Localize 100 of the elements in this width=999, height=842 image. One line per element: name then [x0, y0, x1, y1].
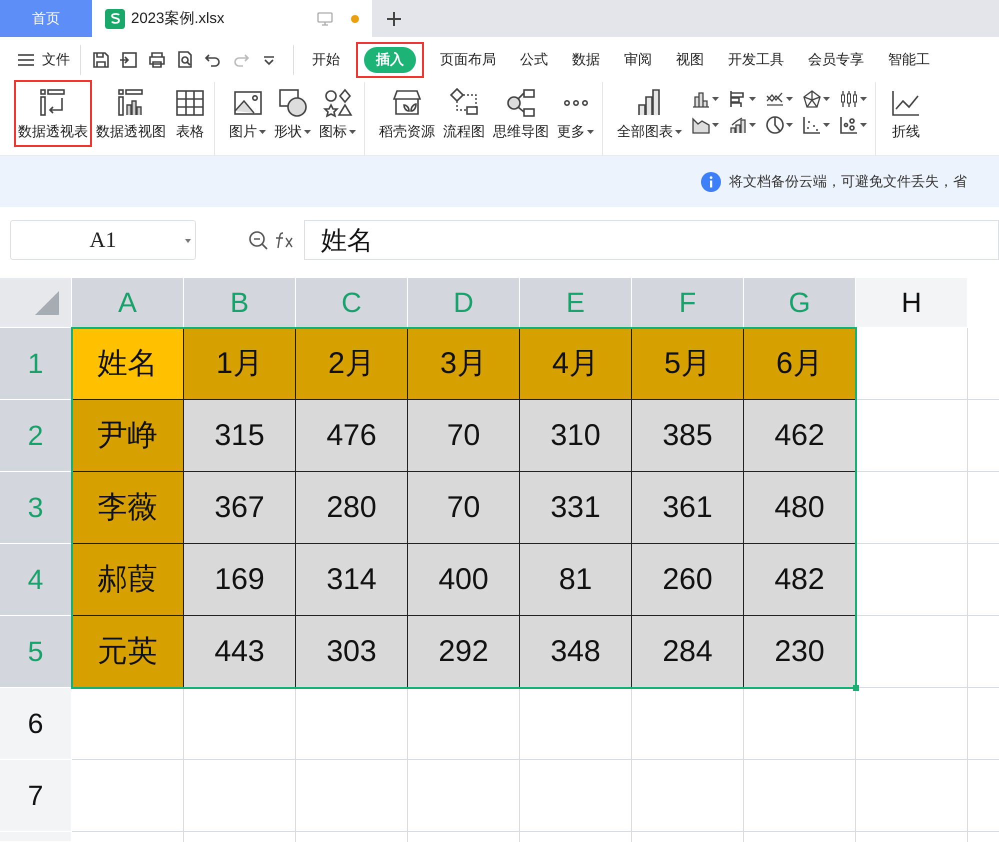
table-cell: 2月	[296, 328, 408, 400]
name-box[interactable]: A1	[10, 220, 196, 260]
ribbon-tab[interactable]: 页面布局	[432, 46, 504, 72]
table-cell: 姓名	[72, 328, 184, 400]
table-cell: 5月	[632, 328, 744, 400]
caret-icon	[749, 123, 756, 127]
chart-type-button[interactable]	[766, 90, 793, 108]
ribbon-button[interactable]: 流程图	[439, 80, 489, 147]
ribbon-button[interactable]: 表格	[170, 80, 210, 147]
ribbon-button[interactable]: 全部图表	[613, 80, 686, 147]
print-preview-icon[interactable]	[175, 50, 195, 70]
chart-type-button[interactable]	[692, 116, 719, 134]
chart-type-button[interactable]	[803, 90, 830, 108]
table-cell: 314	[296, 544, 408, 616]
ribbon-button[interactable]: 折线	[886, 80, 926, 147]
add-tab-icon[interactable]	[386, 10, 402, 26]
chart-type-button[interactable]	[803, 116, 830, 134]
chart-type-button[interactable]	[766, 116, 793, 134]
table-cell: 70	[408, 472, 520, 544]
table-cell: 81	[520, 544, 632, 616]
chart-type-button[interactable]	[729, 90, 756, 108]
ribbon-button[interactable]: 稻壳资源	[375, 80, 439, 147]
caret-icon	[786, 123, 793, 127]
caret-icon	[786, 97, 793, 101]
ribbon-tab[interactable]: 智能工	[880, 46, 938, 72]
info-icon	[701, 172, 721, 192]
fill-handle[interactable]	[853, 685, 859, 691]
table-cell: 3月	[408, 328, 520, 400]
table-cell: 476	[296, 400, 408, 472]
table-cell: 70	[408, 400, 520, 472]
file-menu-button[interactable]: 文件	[18, 50, 70, 68]
chart-type-button[interactable]	[692, 90, 719, 108]
more-icon	[562, 99, 588, 107]
caret-icon	[259, 130, 266, 134]
save-icon[interactable]	[91, 50, 111, 70]
spreadsheet-icon	[105, 8, 125, 28]
column-header[interactable]: H	[856, 278, 968, 328]
symbols-icon	[322, 87, 354, 119]
pie-chart-icon	[766, 116, 784, 134]
table-cell: 482	[744, 544, 856, 616]
row-header[interactable]: 6	[0, 688, 72, 760]
table-cell: 1月	[184, 328, 296, 400]
caret-icon	[823, 123, 830, 127]
caret-icon	[823, 97, 830, 101]
ribbon-button[interactable]: 数据透视图	[92, 80, 170, 147]
chart-type-button[interactable]	[840, 90, 867, 108]
ribbon-button[interactable]: 思维导图	[489, 80, 553, 147]
table-cell: 284	[632, 616, 744, 688]
table-cell: 480	[744, 472, 856, 544]
table-cell: 303	[296, 616, 408, 688]
table-cell: 331	[520, 472, 632, 544]
ribbon-button[interactable]: 图片	[225, 80, 270, 147]
file-tab[interactable]: 2023案例.xlsx	[92, 0, 372, 37]
table-cell: 310	[520, 400, 632, 472]
row-header[interactable]: 7	[0, 760, 72, 832]
table-cell: 400	[408, 544, 520, 616]
ribbon-tab[interactable]: 视图	[668, 46, 712, 72]
notice-text: 将文档备份云端，可避免文件丢失，省	[729, 172, 967, 190]
chart-type-button[interactable]	[729, 116, 756, 134]
caret-icon	[860, 97, 867, 101]
formula-field[interactable]: 姓名	[304, 220, 999, 260]
zoom-icon[interactable]	[248, 230, 268, 250]
table-cell: 230	[744, 616, 856, 688]
caret-icon	[712, 97, 719, 101]
table-cell: 4月	[520, 328, 632, 400]
scatter-chart-icon	[803, 116, 821, 134]
export-icon[interactable]	[119, 50, 139, 70]
mind-map-icon	[505, 87, 537, 119]
caret-icon	[860, 123, 867, 127]
caret-icon	[675, 130, 682, 134]
caret-icon	[349, 130, 356, 134]
bar-chart-icon	[729, 90, 747, 108]
table-cell: 348	[520, 616, 632, 688]
radar-chart-icon	[803, 90, 821, 108]
ribbon-tab[interactable]: 会员专享	[800, 46, 872, 72]
ribbon-button[interactable]: 更多	[553, 80, 598, 147]
combo-chart-icon	[729, 116, 747, 134]
ribbon-tab[interactable]: 审阅	[616, 46, 660, 72]
caret-icon	[587, 130, 594, 134]
ribbon-button[interactable]: 图标	[315, 80, 360, 147]
table-cell: 367	[184, 472, 296, 544]
table-cell: 361	[632, 472, 744, 544]
ribbon-tab[interactable]: 公式	[512, 46, 556, 72]
table-cell: 6月	[744, 328, 856, 400]
table-cell: 李薇	[72, 472, 184, 544]
table-cell: 315	[184, 400, 296, 472]
print-icon[interactable]	[147, 50, 167, 70]
chart-type-button[interactable]	[840, 116, 867, 134]
table-cell: 385	[632, 400, 744, 472]
ribbon-tab[interactable]: 数据	[564, 46, 608, 72]
table-cell: 280	[296, 472, 408, 544]
ribbon-button[interactable]: 形状	[270, 80, 315, 147]
caret-icon	[185, 239, 191, 243]
area-chart-icon	[692, 116, 710, 134]
stock-chart-icon	[840, 90, 858, 108]
bubble-chart-icon	[840, 116, 858, 134]
ribbon-button[interactable]: 数据透视表	[14, 80, 92, 147]
ribbon-tab[interactable]: 开发工具	[720, 46, 792, 72]
ribbon-tab[interactable]: 开始	[304, 46, 348, 72]
monitor-icon	[317, 10, 333, 26]
